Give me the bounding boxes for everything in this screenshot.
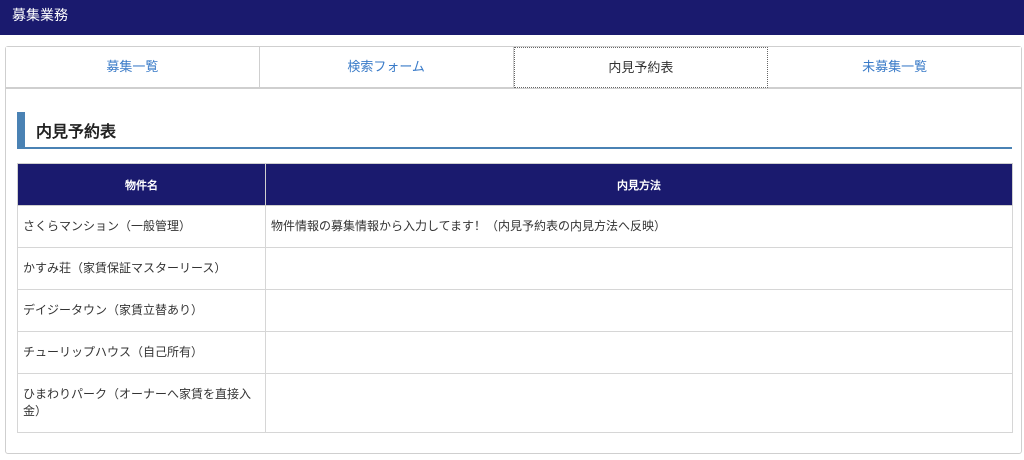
table-row: さくらマンション（一般管理） 物件情報の募集情報から入力してます！（内見予約表の…: [17, 205, 1013, 248]
viewing-method-cell: [265, 331, 1013, 374]
table-header-row: 物件名 内見方法: [17, 163, 1013, 206]
table-row: デイジータウン（家賃立替あり）: [17, 289, 1013, 332]
viewing-table: 物件名 内見方法 さくらマンション（一般管理） 物件情報の募集情報から入力してま…: [17, 163, 1013, 433]
viewing-method-cell: [265, 289, 1013, 332]
tab-search-form[interactable]: 検索フォーム: [259, 47, 514, 88]
table-row: かすみ荘（家賃保証マスターリース）: [17, 247, 1013, 290]
property-name-cell: かすみ荘（家賃保証マスターリース）: [17, 247, 266, 290]
property-name-cell: さくらマンション（一般管理）: [17, 205, 266, 248]
app-header: 募集業務: [0, 0, 1024, 35]
section-title: 内見予約表: [36, 122, 117, 141]
property-name-cell: デイジータウン（家賃立替あり）: [17, 289, 266, 332]
tab-recruitment-list[interactable]: 募集一覧: [6, 47, 260, 88]
tab-bar: 募集一覧 検索フォーム 内見予約表 未募集一覧: [6, 47, 1021, 89]
heading-accent-bar: [17, 112, 25, 148]
table-row: ひまわりパーク（オーナーへ家賃を直接入金）: [17, 373, 1013, 433]
viewing-method-cell: [265, 373, 1013, 433]
section-heading: 内見予約表: [17, 112, 1012, 149]
table-row: チューリップハウス（自己所有）: [17, 331, 1013, 374]
viewing-method-cell: [265, 247, 1013, 290]
viewing-method-cell: 物件情報の募集情報から入力してます！（内見予約表の内見方法へ反映）: [265, 205, 1013, 248]
tab-viewing-schedule[interactable]: 内見予約表: [513, 47, 769, 88]
tab-unrecruited-list[interactable]: 未募集一覧: [768, 47, 1021, 88]
column-header-property: 物件名: [17, 163, 266, 206]
main-panel: 募集一覧 検索フォーム 内見予約表 未募集一覧 内見予約表 物件名 内見方法 さ…: [5, 46, 1022, 454]
property-name-cell: ひまわりパーク（オーナーへ家賃を直接入金）: [17, 373, 266, 433]
app-title: 募集業務: [12, 8, 68, 24]
property-name-cell: チューリップハウス（自己所有）: [17, 331, 266, 374]
column-header-method: 内見方法: [265, 163, 1013, 206]
